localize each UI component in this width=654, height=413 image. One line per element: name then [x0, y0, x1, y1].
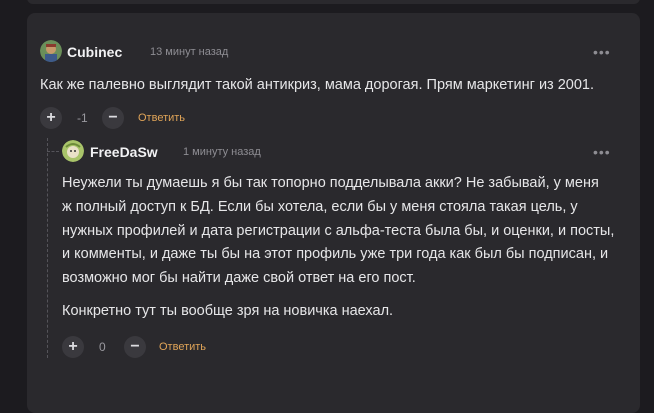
downvote-button[interactable]: −: [124, 336, 146, 358]
avatar[interactable]: [40, 40, 62, 62]
comment-text: Как же палевно выглядит такой антикриз, …: [40, 77, 595, 93]
reply-button[interactable]: Ответить: [159, 341, 206, 353]
comment-line: ж полный доступ к БД. Если бы хотела, ес…: [62, 198, 578, 215]
more-options-icon[interactable]: •••: [593, 45, 611, 59]
previous-comment-card: [27, 0, 640, 4]
thread-branch: [47, 151, 59, 152]
reply-button[interactable]: Ответить: [138, 112, 185, 124]
comment-paragraph: Конкретно тут ты вообще зря на новичка н…: [62, 303, 394, 319]
minus-icon: −: [108, 109, 118, 126]
comment-line: и комменты, и даже ты бы на этот профиль…: [62, 246, 609, 263]
thread-line: [47, 138, 48, 358]
avatar-cubinec-icon: [40, 40, 62, 62]
comment-line: нужных профилей и дата регистрации с аль…: [62, 222, 615, 239]
score-value: 0: [99, 340, 106, 354]
comment-line: возможно мог бы найти даже свой ответ на…: [62, 270, 416, 287]
comment-author[interactable]: FreeDaSw: [90, 144, 158, 160]
score-value: -1: [77, 111, 88, 125]
avatar-freedasw-icon: [62, 140, 84, 162]
plus-icon: +: [46, 109, 56, 126]
downvote-button[interactable]: −: [102, 107, 124, 129]
comment-line: Неужели ты думаешь я бы так топорно подд…: [62, 175, 599, 191]
plus-icon: +: [68, 338, 78, 355]
more-options-icon[interactable]: •••: [593, 145, 611, 159]
upvote-button[interactable]: +: [40, 107, 62, 129]
comment-time[interactable]: 1 минуту назад: [183, 146, 261, 158]
comment-time[interactable]: 13 минут назад: [150, 46, 228, 58]
upvote-button[interactable]: +: [62, 336, 84, 358]
minus-icon: −: [130, 338, 140, 355]
comment-text: Неужели ты думаешь я бы так топорно подд…: [62, 172, 622, 291]
avatar[interactable]: [62, 140, 84, 162]
comment-author[interactable]: Cubinec: [67, 44, 122, 60]
